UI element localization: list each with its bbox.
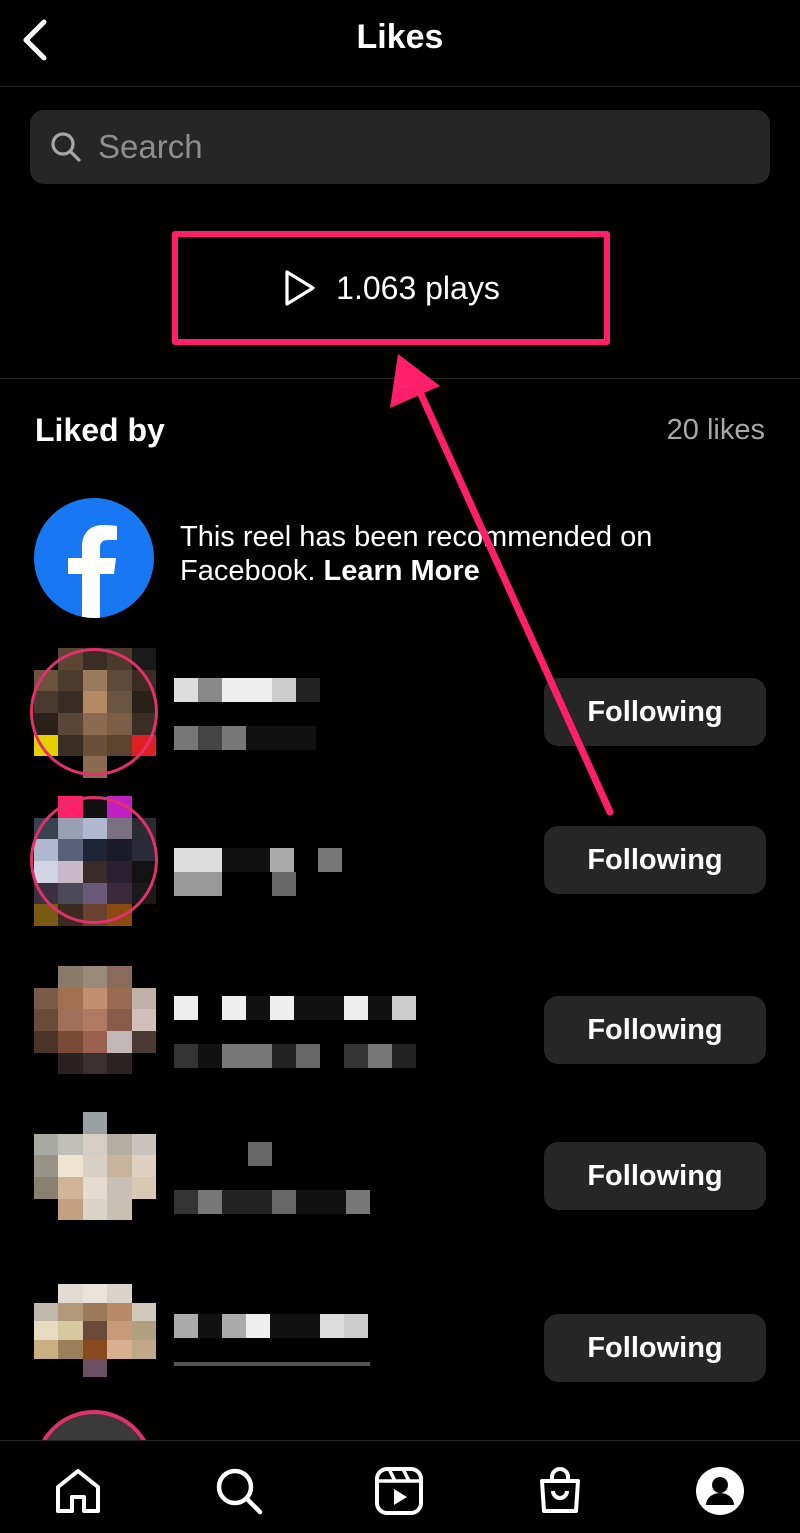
- following-button[interactable]: Following: [544, 996, 766, 1064]
- username-redacted: [174, 996, 416, 1020]
- avatar[interactable]: [34, 1284, 156, 1396]
- facebook-logo: [34, 498, 154, 618]
- list-item[interactable]: Following: [34, 966, 774, 1096]
- username-redacted: [174, 1142, 372, 1166]
- search-icon: [50, 131, 82, 163]
- story-ring: [30, 648, 158, 776]
- play-icon: [285, 270, 315, 306]
- plays-label: 1.063 plays: [336, 269, 500, 306]
- shop-icon: [540, 1467, 580, 1513]
- avatar[interactable]: [34, 966, 156, 1096]
- list-item[interactable]: Following: [30, 796, 774, 926]
- nav-shop[interactable]: [534, 1465, 586, 1517]
- list-item[interactable]: Following: [34, 1112, 774, 1242]
- nav-profile[interactable]: [694, 1465, 746, 1517]
- following-button[interactable]: Following: [544, 1314, 766, 1382]
- search-input[interactable]: [96, 127, 700, 167]
- username-redacted: [174, 678, 320, 702]
- learn-more-link[interactable]: Learn More: [323, 555, 479, 587]
- avatar[interactable]: [34, 1112, 156, 1242]
- username-redacted: [174, 848, 342, 872]
- following-button[interactable]: Following: [544, 826, 766, 894]
- avatar[interactable]: [30, 648, 158, 778]
- nav-search[interactable]: [213, 1465, 265, 1517]
- top-bar: Likes: [0, 0, 800, 87]
- following-button[interactable]: Following: [544, 1142, 766, 1210]
- home-icon: [56, 1469, 100, 1513]
- fullname-redacted: [174, 726, 316, 750]
- plays-count[interactable]: 1.063 plays: [172, 231, 610, 345]
- list-item[interactable]: Following: [34, 1284, 774, 1414]
- divider: [0, 378, 800, 379]
- liked-by-heading: Liked by: [35, 412, 165, 448]
- likes-count: 20 likes: [666, 414, 765, 446]
- fullname-redacted: [174, 1044, 416, 1068]
- search-bar[interactable]: [30, 110, 770, 184]
- nav-reels[interactable]: [373, 1465, 425, 1517]
- username-redacted: [174, 1314, 368, 1338]
- bottom-nav: [0, 1440, 800, 1533]
- facebook-notice: This reel has been recommended on Facebo…: [34, 498, 774, 618]
- page-title: Likes: [356, 18, 444, 56]
- story-ring: [30, 796, 158, 924]
- search-icon: [216, 1468, 263, 1515]
- reels-icon: [375, 1467, 423, 1515]
- following-button[interactable]: Following: [544, 678, 766, 746]
- fullname-redacted: [174, 1362, 370, 1366]
- profile-icon: [696, 1467, 744, 1515]
- fullname-redacted: [174, 1190, 370, 1214]
- fullname-redacted: [174, 872, 296, 896]
- nav-home[interactable]: [52, 1465, 104, 1517]
- avatar[interactable]: [30, 796, 158, 926]
- list-item[interactable]: Following: [30, 648, 774, 778]
